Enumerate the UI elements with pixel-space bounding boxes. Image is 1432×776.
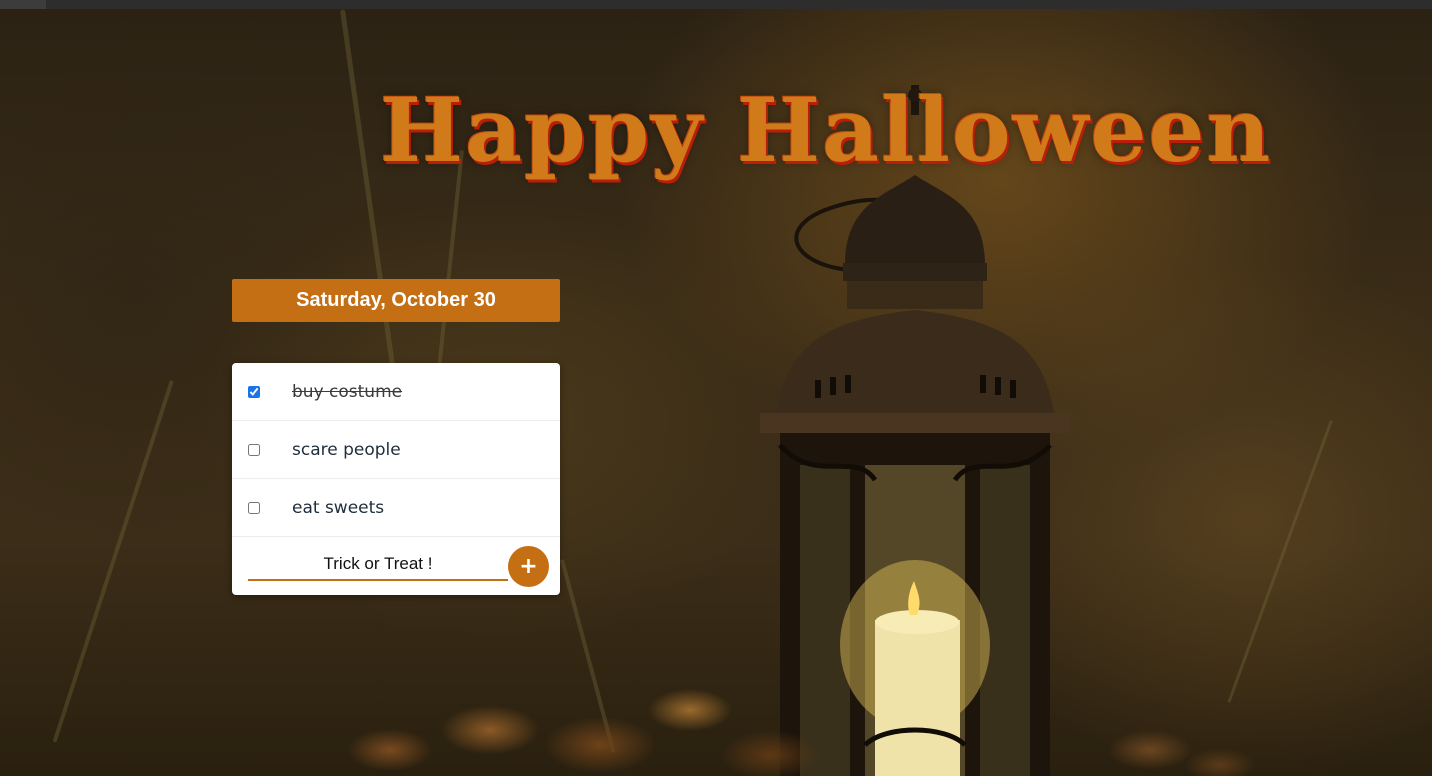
browser-top-strip xyxy=(0,0,1432,9)
todo-checkbox[interactable] xyxy=(248,385,260,398)
todo-checkbox[interactable] xyxy=(248,501,260,514)
list-item[interactable]: eat sweets xyxy=(232,479,560,537)
page-title: Happy Halloween xyxy=(380,78,1273,182)
todo-list: buy costume scare people eat sweets + xyxy=(232,363,560,595)
list-item[interactable]: scare people xyxy=(232,421,560,479)
todo-label: scare people xyxy=(292,439,401,460)
list-item[interactable]: buy costume xyxy=(232,363,560,421)
add-item-button[interactable]: + xyxy=(508,546,549,587)
todo-label: buy costume xyxy=(292,381,403,402)
fallen-leaves xyxy=(330,670,850,776)
page-background: Happy Halloween Saturday, October 30 buy… xyxy=(0,0,1432,776)
fallen-leaves xyxy=(1090,710,1270,776)
background-branch xyxy=(52,380,174,743)
background-branch xyxy=(1227,420,1333,703)
todo-checkbox[interactable] xyxy=(248,443,260,456)
browser-tab xyxy=(0,0,46,9)
date-banner: Saturday, October 30 xyxy=(232,279,560,322)
plus-icon: + xyxy=(519,554,538,579)
new-item-input[interactable] xyxy=(248,549,508,581)
new-item-row: + xyxy=(232,537,560,594)
todo-label: eat sweets xyxy=(292,497,385,518)
